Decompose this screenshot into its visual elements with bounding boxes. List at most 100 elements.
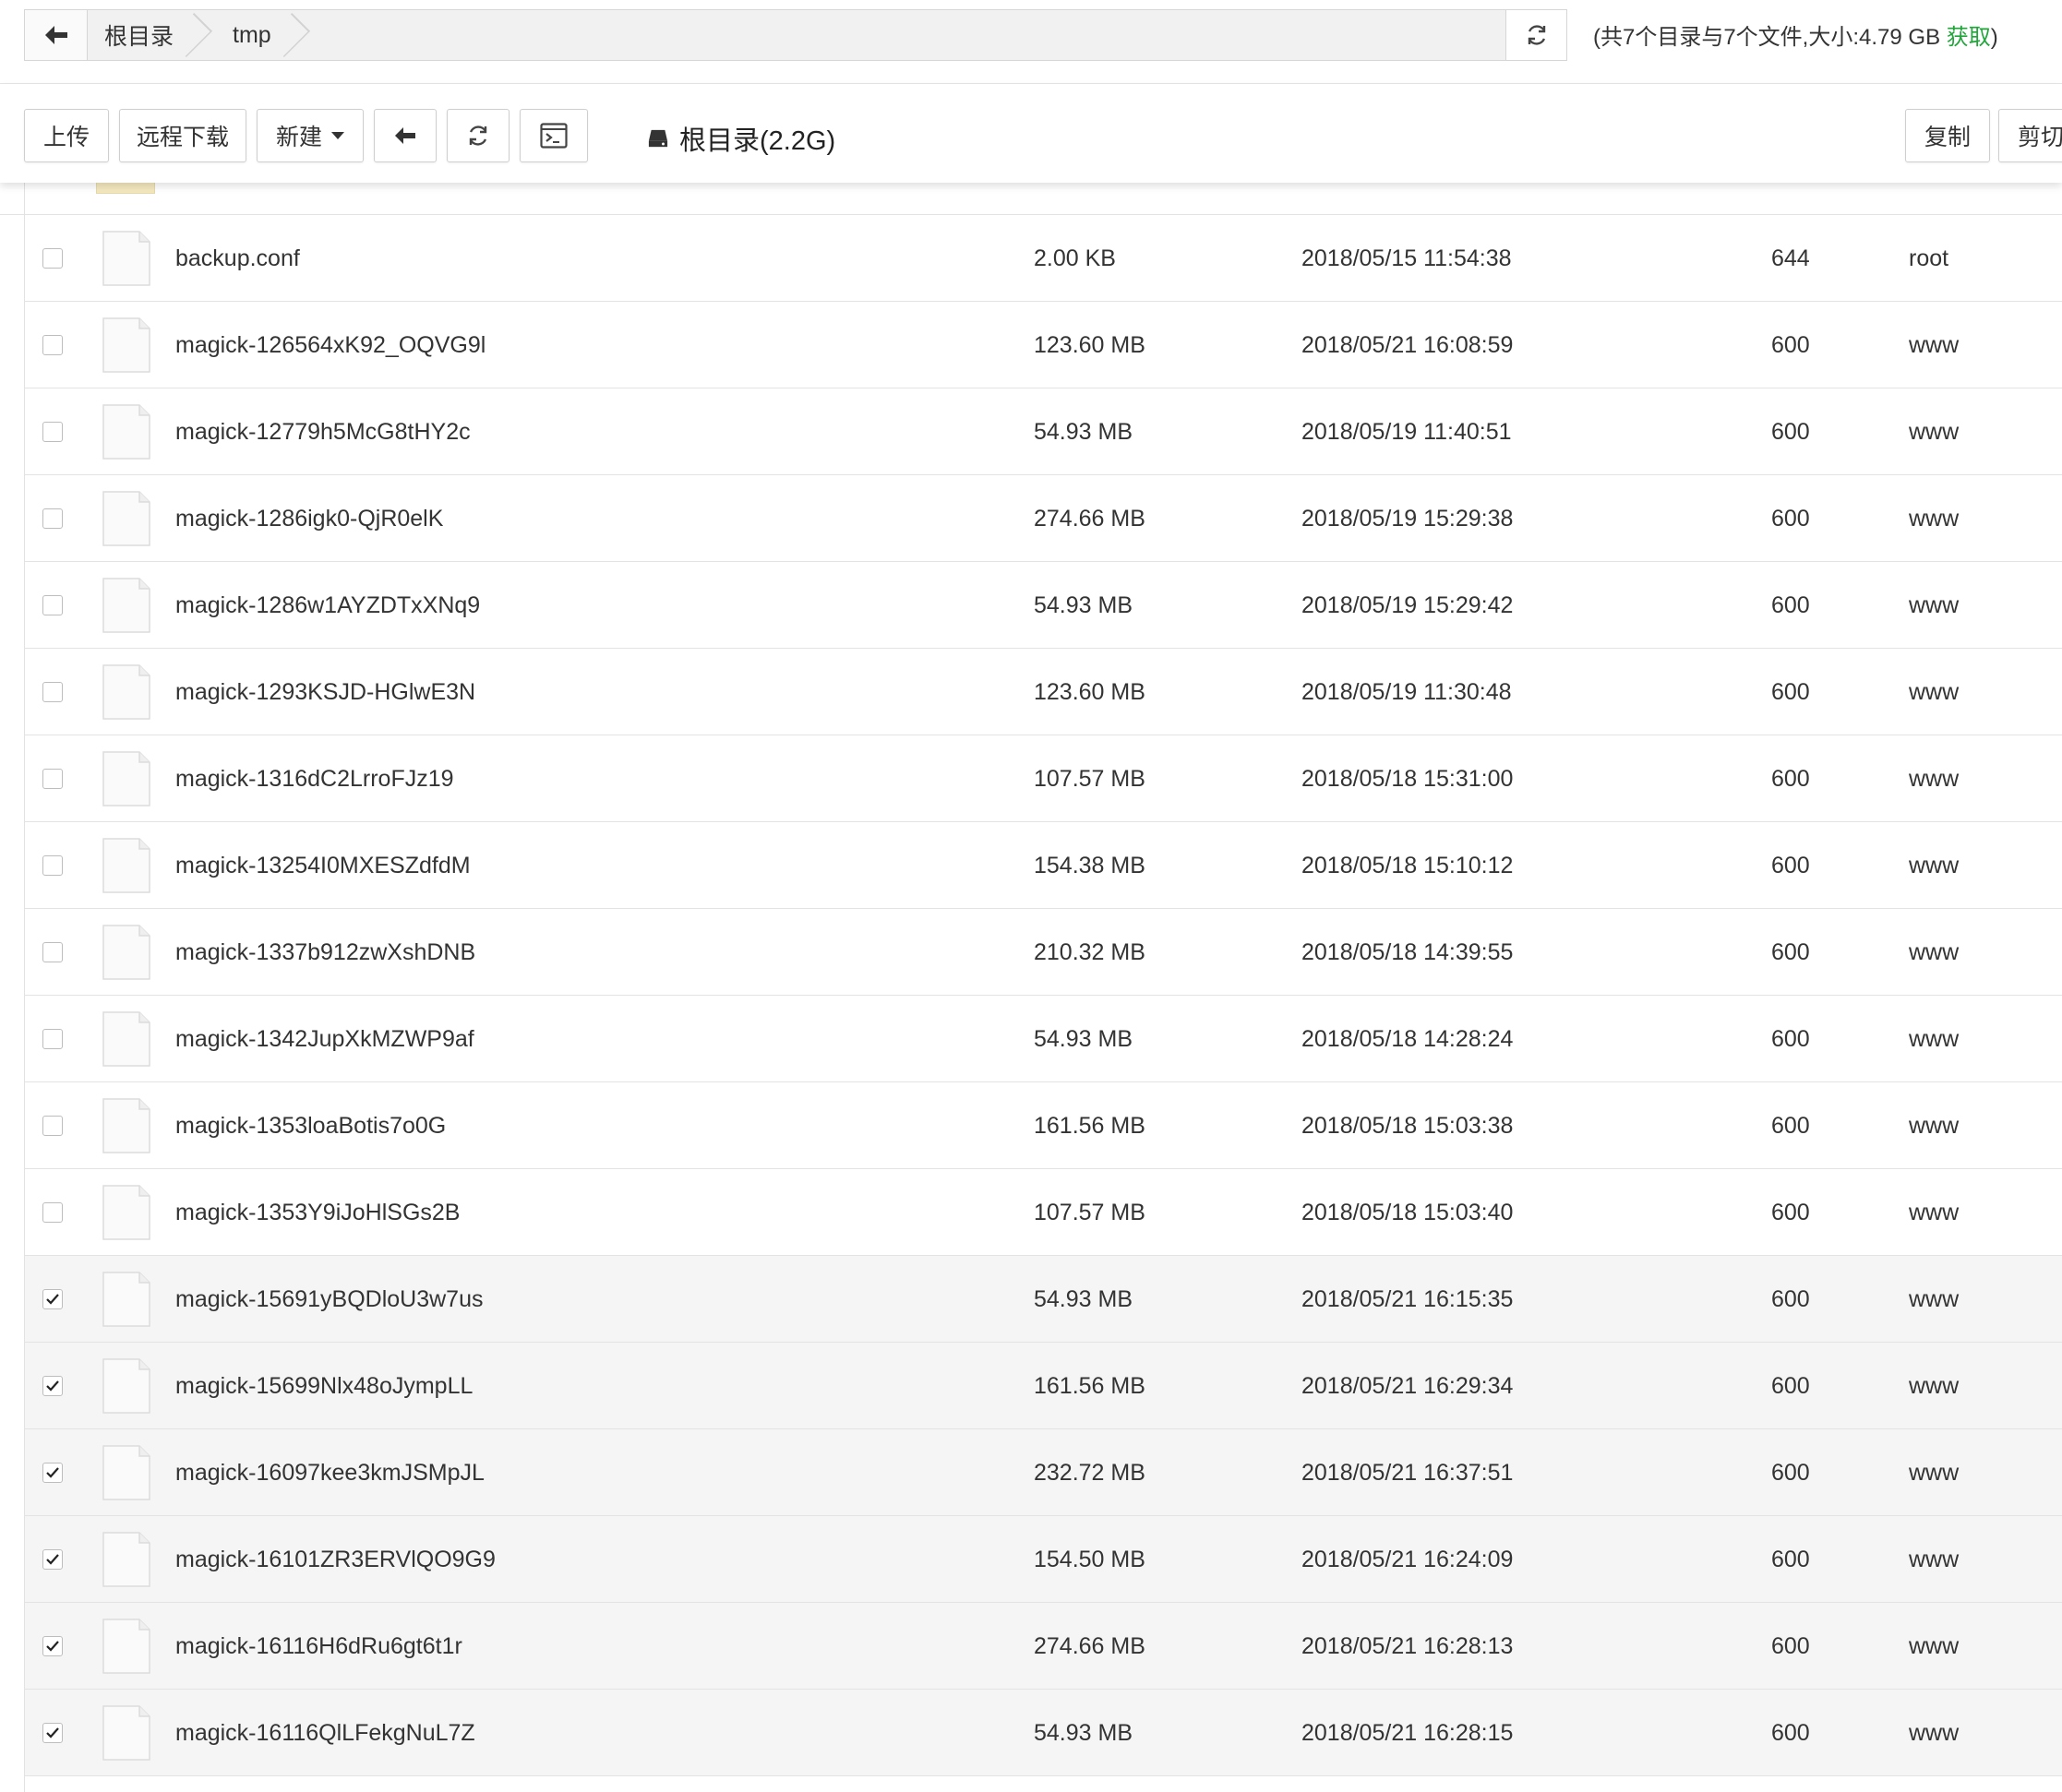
row-checkbox[interactable] [42, 942, 63, 962]
file-permission[interactable]: 600 [1771, 1082, 1810, 1169]
copy-button[interactable]: 复制 [1905, 109, 1990, 162]
row-checkbox[interactable] [42, 595, 63, 615]
row-checkbox[interactable] [42, 1636, 63, 1656]
file-row[interactable]: magick-1353loaBotis7o0G 161.56 MB 2018/0… [25, 1082, 2062, 1169]
file-owner[interactable]: www [1909, 909, 1959, 996]
file-row[interactable]: magick-15691yBQDloU3w7us 54.93 MB 2018/0… [25, 1256, 2062, 1343]
file-name[interactable]: magick-1353loaBotis7o0G [175, 1082, 446, 1169]
path-refresh-button[interactable] [1505, 10, 1566, 60]
file-permission[interactable]: 644 [1771, 215, 1810, 302]
file-row[interactable]: magick-16116QlLFekgNuL7Z 54.93 MB 2018/0… [25, 1690, 2062, 1776]
file-permission[interactable]: 600 [1771, 388, 1810, 475]
back-button[interactable] [374, 109, 437, 162]
file-row[interactable]: magick-16101ZR3ERVlQO9G9 154.50 MB 2018/… [25, 1516, 2062, 1603]
file-name[interactable]: magick-13254I0MXESZdfdM [175, 822, 471, 909]
get-size-link[interactable]: 获取 [1947, 25, 1991, 50]
row-checkbox[interactable] [42, 1549, 63, 1570]
file-row[interactable]: magick-1293KSJD-HGlwE3N 123.60 MB 2018/0… [25, 649, 2062, 735]
row-checkbox[interactable] [42, 1289, 63, 1309]
file-owner[interactable]: www [1909, 475, 1959, 562]
file-owner[interactable]: www [1909, 735, 1959, 822]
file-name[interactable]: magick-1342JupXkMZWP9af [175, 996, 474, 1082]
file-owner[interactable]: root [1909, 215, 1948, 302]
cut-button[interactable]: 剪切 [1998, 109, 2062, 162]
file-name[interactable]: magick-16101ZR3ERVlQO9G9 [175, 1516, 496, 1603]
file-permission[interactable]: 600 [1771, 996, 1810, 1082]
row-checkbox[interactable] [42, 335, 63, 355]
breadcrumb-item-root[interactable]: 根目录 [88, 10, 214, 60]
file-name[interactable]: magick-1337b912zwXshDNB [175, 909, 475, 996]
file-name[interactable]: magick-1286igk0-QjR0elK [175, 475, 443, 562]
refresh-button[interactable] [447, 109, 510, 162]
file-owner[interactable]: www [1909, 1256, 1959, 1343]
row-checkbox[interactable] [42, 248, 63, 269]
row-checkbox[interactable] [42, 1202, 63, 1223]
file-permission[interactable]: 600 [1771, 562, 1810, 649]
row-checkbox[interactable] [42, 1723, 63, 1743]
new-dropdown-button[interactable]: 新建 [257, 109, 364, 162]
file-owner[interactable]: www [1909, 1603, 1959, 1690]
row-checkbox[interactable] [42, 1116, 63, 1136]
file-name[interactable]: magick-1293KSJD-HGlwE3N [175, 649, 475, 735]
file-row[interactable]: magick-126564xK92_OQVG9l 123.60 MB 2018/… [25, 302, 2062, 388]
remote-download-button[interactable]: 远程下载 [119, 109, 246, 162]
file-permission[interactable]: 600 [1771, 649, 1810, 735]
file-row[interactable]: magick-16097kee3kmJSMpJL 232.72 MB 2018/… [25, 1429, 2062, 1516]
disk-selector[interactable]: 根目录(2.2G) [646, 119, 835, 158]
file-permission[interactable]: 600 [1771, 1603, 1810, 1690]
file-name[interactable]: backup.conf [175, 215, 300, 302]
file-owner[interactable]: www [1909, 996, 1959, 1082]
file-permission[interactable]: 600 [1771, 735, 1810, 822]
file-row[interactable]: magick-1342JupXkMZWP9af 54.93 MB 2018/05… [25, 996, 2062, 1082]
file-row[interactable]: magick-1286igk0-QjR0elK 274.66 MB 2018/0… [25, 475, 2062, 562]
file-permission[interactable]: 600 [1771, 1429, 1810, 1516]
file-name[interactable]: magick-1286w1AYZDTxXNq9 [175, 562, 480, 649]
file-permission[interactable]: 600 [1771, 1690, 1810, 1776]
row-checkbox[interactable] [42, 508, 63, 529]
file-name[interactable]: magick-16116QlLFekgNuL7Z [175, 1690, 475, 1776]
file-row[interactable]: magick-1353Y9iJoHlSGs2B 107.57 MB 2018/0… [25, 1169, 2062, 1256]
file-row[interactable]: magick-12779h5McG8tHY2c 54.93 MB 2018/05… [25, 388, 2062, 475]
upload-button[interactable]: 上传 [24, 109, 109, 162]
row-checkbox[interactable] [42, 855, 63, 876]
file-owner[interactable]: www [1909, 562, 1959, 649]
file-row[interactable]: magick-1286w1AYZDTxXNq9 54.93 MB 2018/05… [25, 562, 2062, 649]
file-row[interactable]: backup.conf 2.00 KB 2018/05/15 11:54:38 … [25, 215, 2062, 302]
file-row[interactable]: magick-1337b912zwXshDNB 210.32 MB 2018/0… [25, 909, 2062, 996]
row-checkbox[interactable] [42, 422, 63, 442]
file-name[interactable]: magick-15699Nlx48oJympLL [175, 1343, 473, 1429]
file-owner[interactable]: www [1909, 649, 1959, 735]
file-owner[interactable]: www [1909, 1082, 1959, 1169]
file-owner[interactable]: www [1909, 822, 1959, 909]
row-checkbox[interactable] [42, 682, 63, 702]
file-permission[interactable]: 600 [1771, 1343, 1810, 1429]
file-name[interactable]: magick-16097kee3kmJSMpJL [175, 1429, 485, 1516]
file-owner[interactable]: www [1909, 388, 1959, 475]
file-name[interactable]: magick-16116H6dRu6gt6t1r [175, 1603, 462, 1690]
row-checkbox[interactable] [42, 1029, 63, 1049]
file-owner[interactable]: www [1909, 1169, 1959, 1256]
file-permission[interactable]: 600 [1771, 1516, 1810, 1603]
row-checkbox[interactable] [42, 769, 63, 789]
file-permission[interactable]: 600 [1771, 475, 1810, 562]
path-back-button[interactable] [25, 10, 88, 60]
file-name[interactable]: magick-15691yBQDloU3w7us [175, 1256, 483, 1343]
file-owner[interactable]: www [1909, 1516, 1959, 1603]
file-permission[interactable]: 600 [1771, 1256, 1810, 1343]
breadcrumb-item-tmp[interactable]: tmp [214, 10, 312, 60]
row-checkbox[interactable] [42, 1376, 63, 1396]
file-permission[interactable]: 600 [1771, 1169, 1810, 1256]
file-owner[interactable]: www [1909, 1343, 1959, 1429]
file-name[interactable]: magick-12779h5McG8tHY2c [175, 388, 471, 475]
file-permission[interactable]: 600 [1771, 822, 1810, 909]
row-checkbox[interactable] [42, 1463, 63, 1483]
file-permission[interactable]: 600 [1771, 909, 1810, 996]
file-row[interactable]: magick-16116H6dRu6gt6t1r 274.66 MB 2018/… [25, 1603, 2062, 1690]
file-owner[interactable]: www [1909, 302, 1959, 388]
terminal-button[interactable] [520, 109, 588, 162]
file-owner[interactable]: www [1909, 1690, 1959, 1776]
file-name[interactable]: magick-126564xK92_OQVG9l [175, 302, 486, 388]
file-owner[interactable]: www [1909, 1429, 1959, 1516]
file-name[interactable]: magick-1316dC2LrroFJz19 [175, 735, 454, 822]
file-permission[interactable]: 600 [1771, 302, 1810, 388]
